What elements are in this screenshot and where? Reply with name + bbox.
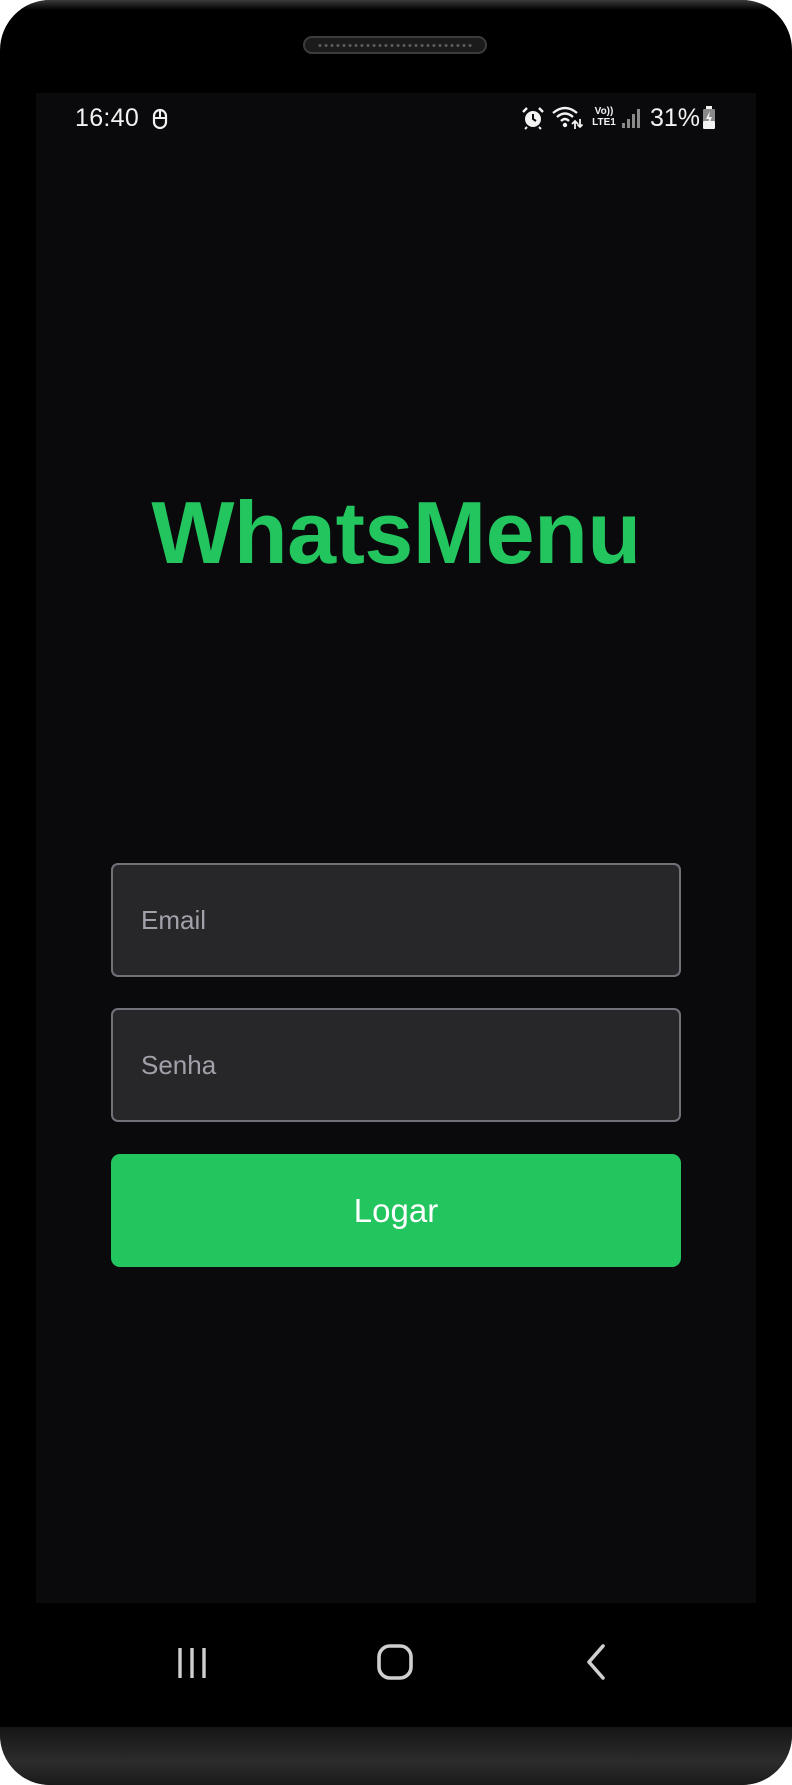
password-input[interactable] [113,1010,679,1120]
battery-percentage: 31% [650,104,701,132]
sync-icon [152,108,168,130]
email-field[interactable] [111,863,681,977]
navigation-bar [0,1603,792,1727]
app-screen: 16:40 Vo)) LTE1 31% WhatsMenu Email Loga… [36,93,756,1603]
status-bar: 16:40 Vo)) LTE1 31% [36,93,756,145]
earpiece-speaker [303,36,487,54]
email-input[interactable] [113,865,679,975]
battery-charging-icon [703,106,715,129]
signal-icon [622,109,640,128]
volte-label: Vo)) [594,106,614,117]
recent-apps-icon[interactable] [176,1645,210,1681]
volte-lte-icon: Vo)) LTE1 [590,106,618,128]
phone-frame: 16:40 Vo)) LTE1 31% WhatsMenu Email Loga… [0,0,792,1785]
password-field[interactable] [111,1008,681,1122]
back-icon[interactable] [584,1643,608,1681]
login-button[interactable]: Logar [111,1154,681,1267]
device-bottom-edge [0,1727,792,1785]
alarm-icon [522,107,544,130]
status-time: 16:40 [75,104,140,132]
app-title: WhatsMenu [151,483,641,582]
wifi-icon [552,106,583,129]
home-icon[interactable] [376,1643,414,1681]
device-top-edge [0,0,792,10]
lte-label: LTE1 [592,117,616,128]
speaker-grill [317,43,473,48]
